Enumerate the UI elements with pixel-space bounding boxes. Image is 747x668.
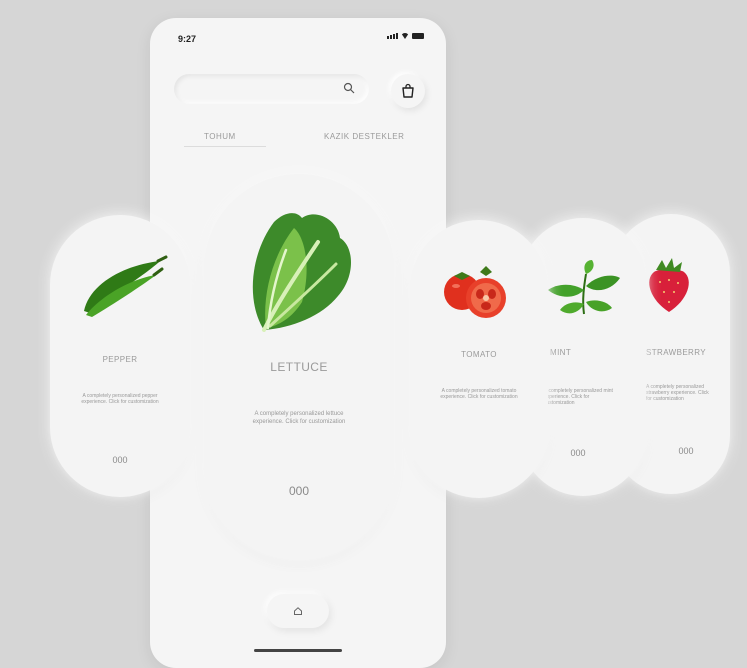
product-name: TOMATO [461, 350, 497, 359]
wifi-icon [401, 33, 409, 39]
tab-tohum[interactable]: TOHUM [204, 132, 236, 141]
product-card-tomato[interactable]: TOMATO A completely personalized tomato … [410, 220, 548, 498]
product-card-lettuce[interactable]: LETTUCE A completely personalized lettuc… [204, 174, 394, 560]
shopping-bag-icon [402, 83, 414, 98]
product-name: MINT [550, 348, 572, 357]
product-name: LETTUCE [270, 360, 328, 374]
lettuce-image [252, 213, 351, 332]
product-description: A completely personalized tomato experie… [440, 388, 518, 400]
pepper-image [84, 255, 168, 317]
product-description: A completely personalized mint experienc… [544, 388, 613, 406]
product-description: A completely personalized pepper experie… [81, 393, 159, 405]
strawberry-image [649, 258, 689, 312]
product-card-pepper[interactable]: PEPPER A completely personalized pepper … [50, 215, 190, 497]
signal-icon [387, 33, 398, 39]
product-price: 000 [288, 484, 310, 498]
product-price: 000 [112, 455, 128, 465]
battery-icon [412, 33, 424, 39]
status-time: 9:27 [178, 34, 197, 44]
product-name: PEPPER [102, 355, 138, 364]
search-input[interactable] [174, 74, 369, 104]
status-icons [387, 33, 424, 39]
tab-active-indicator [184, 146, 266, 147]
home-icon [294, 607, 302, 615]
product-price: 000 [678, 446, 694, 456]
product-description: A completely personalized lettuce experi… [252, 411, 346, 425]
tomato-image [444, 266, 506, 318]
product-name: STRAWBERRY [646, 348, 707, 357]
search-icon[interactable] [343, 82, 355, 94]
tab-kazik-destekler[interactable]: KAZIK DESTEKLER [324, 132, 404, 141]
product-description: A completely personalized strawberry exp… [646, 384, 709, 402]
cart-button[interactable] [391, 74, 425, 108]
mint-image [548, 260, 620, 315]
home-indicator [254, 649, 342, 652]
home-button[interactable] [267, 594, 329, 628]
